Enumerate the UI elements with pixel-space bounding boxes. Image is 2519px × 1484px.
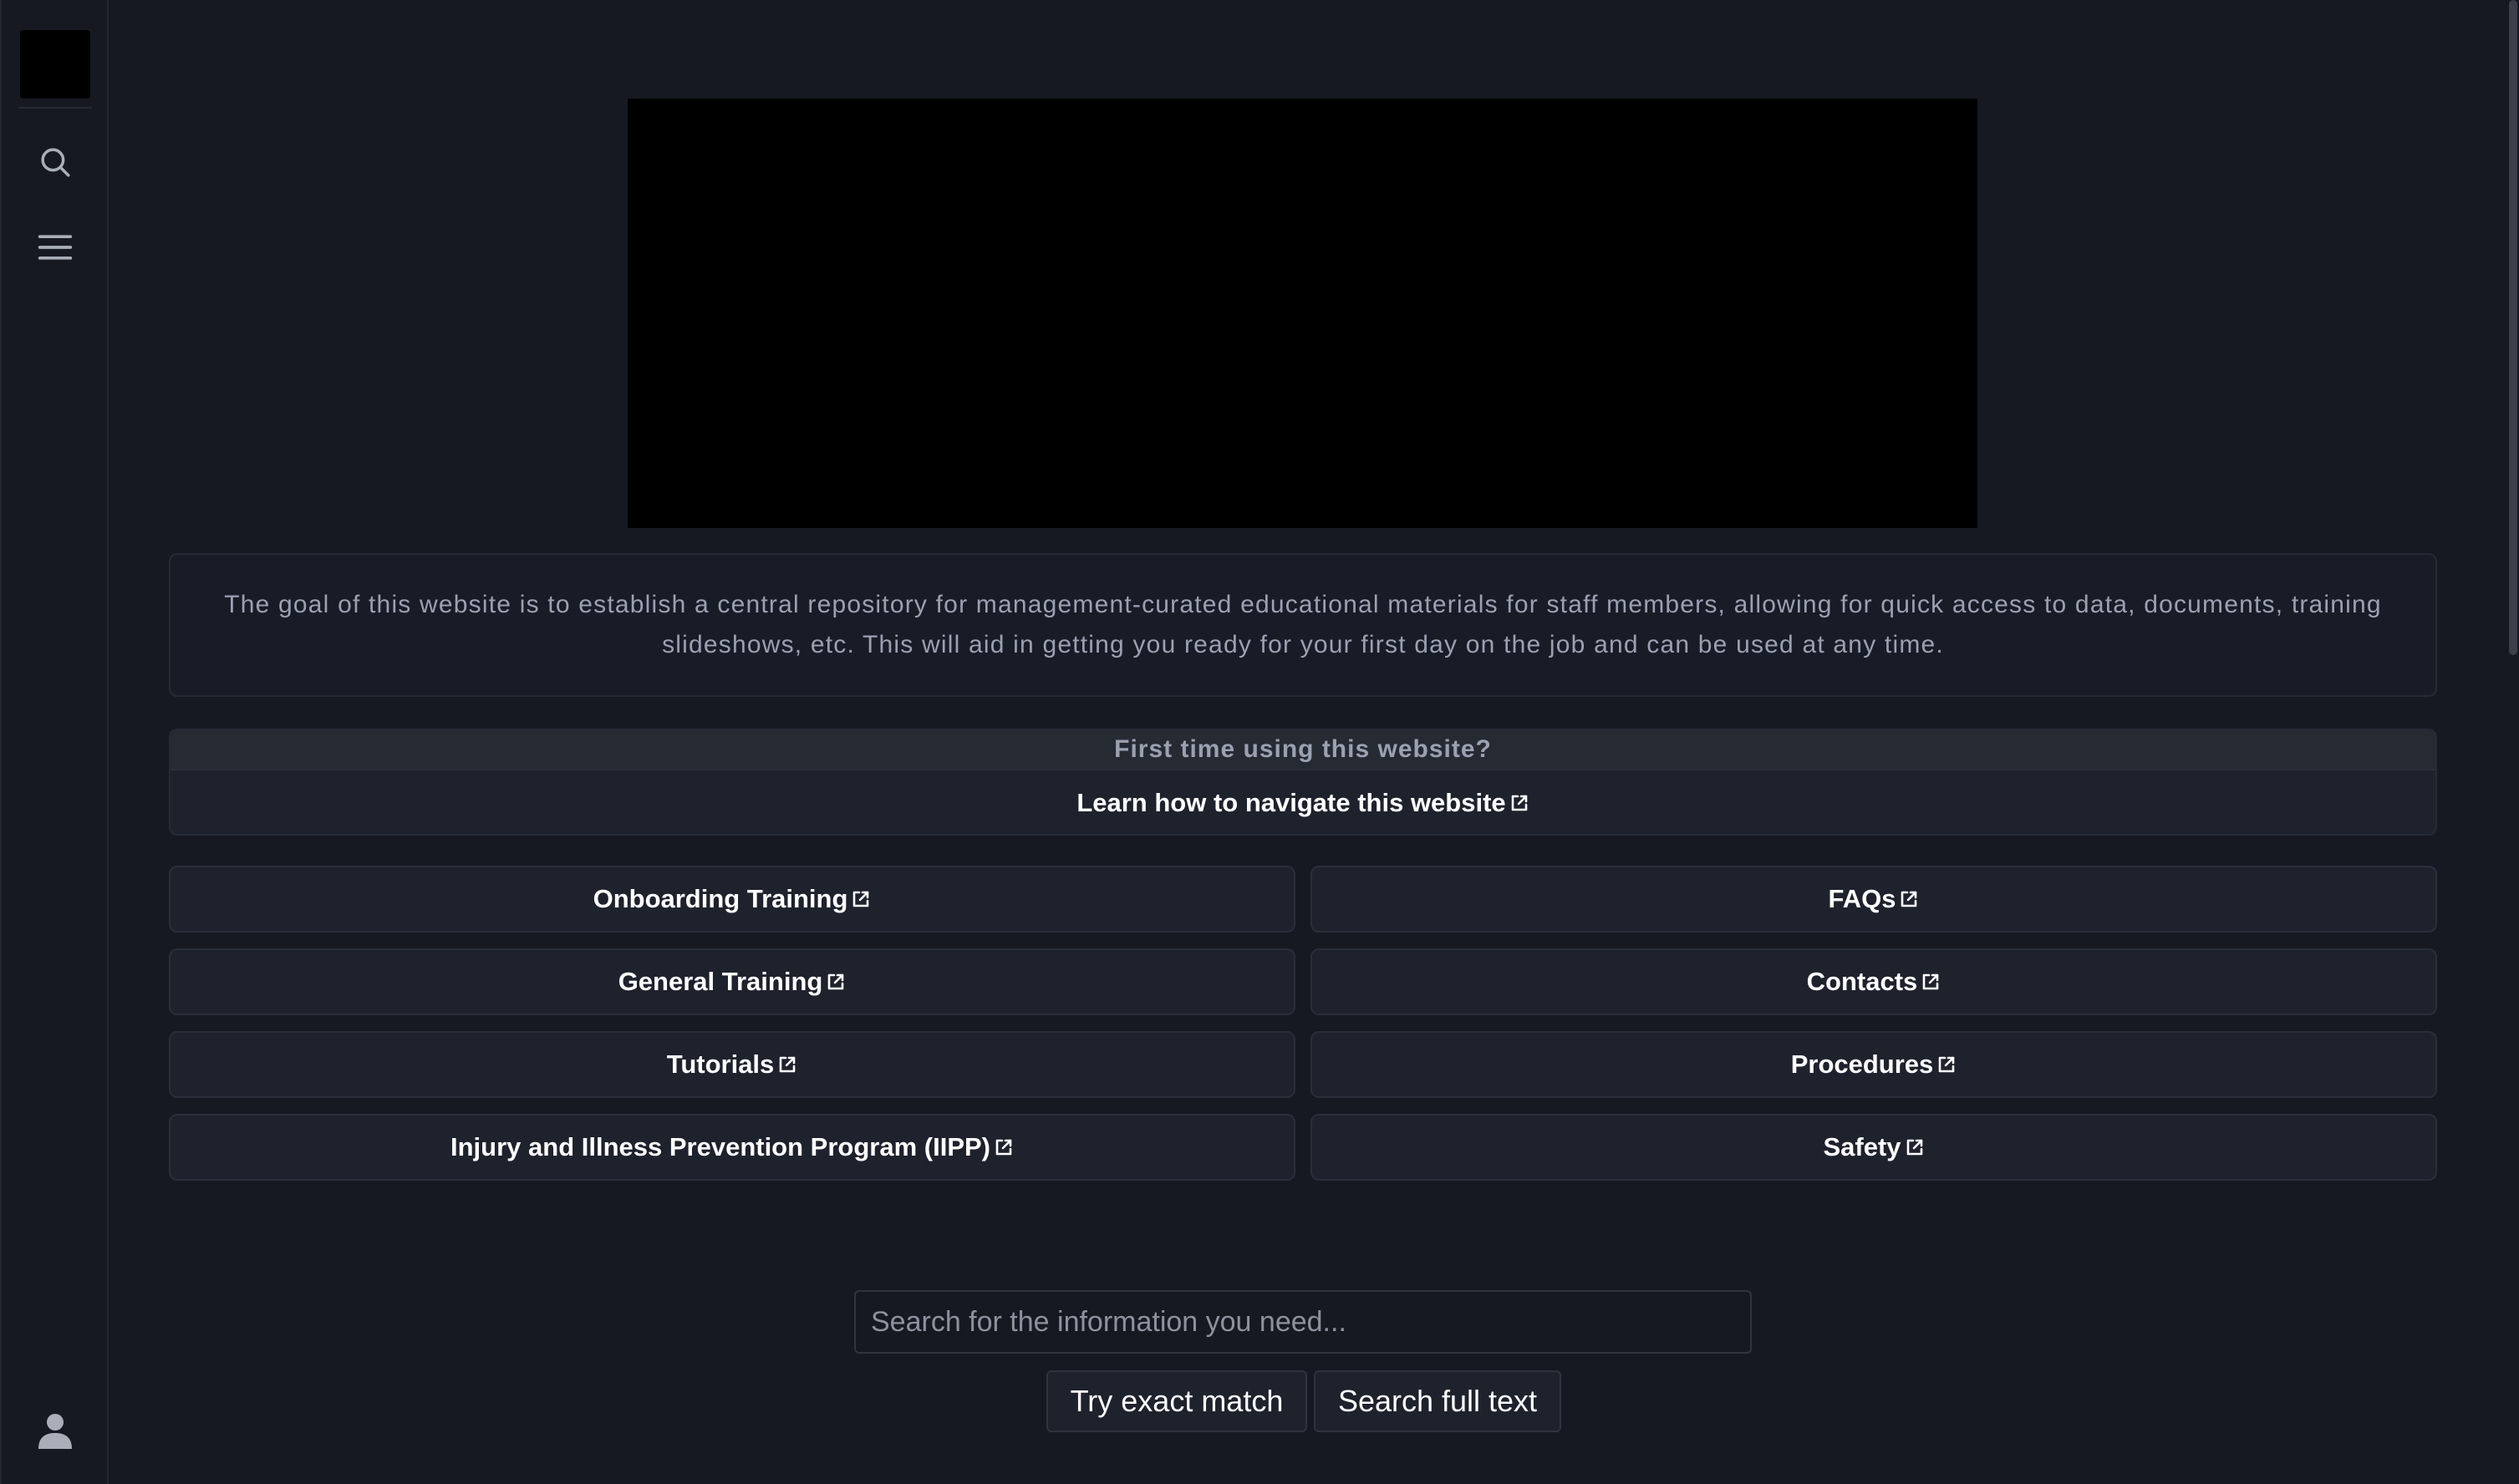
faqs-link[interactable]: FAQs bbox=[1310, 866, 2437, 933]
full-text-search-button[interactable]: Search full text bbox=[1314, 1370, 1561, 1432]
contacts-link[interactable]: Contacts bbox=[1310, 948, 2437, 1015]
logo[interactable] bbox=[20, 30, 90, 99]
search-input[interactable] bbox=[854, 1290, 1752, 1354]
contacts-label: Contacts bbox=[1806, 967, 1918, 996]
onboarding-training-link[interactable]: Onboarding Training bbox=[169, 866, 1295, 933]
external-link-icon bbox=[826, 972, 846, 992]
menu-icon[interactable] bbox=[35, 227, 75, 267]
iipp-label: Injury and Illness Prevention Program (I… bbox=[450, 1132, 990, 1161]
intro-text: The goal of this website is to establish… bbox=[224, 591, 2382, 658]
safety-link[interactable]: Safety bbox=[1310, 1114, 2437, 1181]
external-link-icon bbox=[851, 889, 871, 909]
external-link-icon bbox=[1899, 889, 1919, 909]
main-content: The goal of this website is to establish… bbox=[109, 0, 2519, 1484]
navigate-guide-link[interactable]: Learn how to navigate this website bbox=[170, 769, 2435, 834]
user-icon[interactable] bbox=[35, 1410, 75, 1451]
procedures-link[interactable]: Procedures bbox=[1310, 1031, 2437, 1098]
faqs-label: FAQs bbox=[1828, 884, 1896, 913]
first-time-header: First time using this website? bbox=[170, 730, 2435, 769]
tutorials-link[interactable]: Tutorials bbox=[169, 1031, 1295, 1098]
first-time-card: First time using this website? Learn how… bbox=[169, 729, 2437, 836]
exact-match-button[interactable]: Try exact match bbox=[1046, 1370, 1307, 1432]
scrollbar-thumb[interactable] bbox=[2509, 0, 2517, 655]
external-link-icon bbox=[1921, 972, 1941, 992]
general-training-link[interactable]: General Training bbox=[169, 948, 1295, 1015]
sidebar-divider bbox=[18, 107, 92, 109]
navigate-guide-label: Learn how to navigate this website bbox=[1076, 788, 1506, 817]
external-link-icon bbox=[1936, 1055, 1957, 1075]
procedures-label: Procedures bbox=[1790, 1049, 1934, 1079]
external-link-icon bbox=[777, 1055, 797, 1075]
general-training-label: General Training bbox=[618, 967, 823, 996]
external-link-icon bbox=[994, 1137, 1014, 1157]
sidebar bbox=[0, 0, 109, 1484]
external-link-icon bbox=[1905, 1137, 1925, 1157]
external-link-icon bbox=[1509, 793, 1529, 813]
search-icon[interactable] bbox=[35, 142, 75, 182]
iipp-link[interactable]: Injury and Illness Prevention Program (I… bbox=[169, 1114, 1295, 1181]
banner-image bbox=[628, 99, 1977, 528]
tutorials-label: Tutorials bbox=[666, 1049, 775, 1079]
intro-card: The goal of this website is to establish… bbox=[169, 553, 2437, 697]
onboarding-training-label: Onboarding Training bbox=[593, 884, 848, 913]
safety-label: Safety bbox=[1823, 1132, 1901, 1161]
scrollbar[interactable] bbox=[2507, 0, 2519, 1484]
